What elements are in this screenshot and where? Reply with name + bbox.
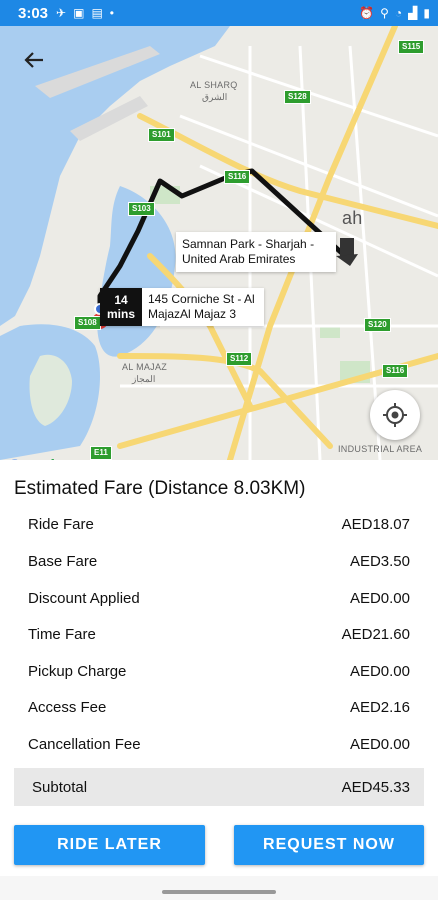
home-gesture-handle[interactable] <box>162 890 276 894</box>
map-label-al-majaz-ar: المجاز <box>132 374 156 384</box>
fare-row-value: AED0.00 <box>349 590 410 607</box>
battery-icon: ▮ <box>423 6 430 20</box>
image-icon: ▣ <box>73 6 85 20</box>
fare-row-value: AED18.07 <box>341 516 410 533</box>
ride-later-button[interactable]: RIDE LATER <box>14 825 205 865</box>
fare-row-label: Access Fee <box>28 699 107 716</box>
fare-row-value: AED0.00 <box>349 663 410 680</box>
fare-row: Pickup Charge AED0.00 <box>28 663 410 680</box>
subtotal-row: Subtotal AED45.33 <box>14 768 424 806</box>
fare-row-label: Ride Fare <box>28 516 94 533</box>
map-label-al-sharq: AL SHARQ <box>190 80 238 90</box>
eta-unit: mins <box>106 307 135 321</box>
map-label-al-majaz: AL MAJAZ <box>122 362 168 372</box>
signal-icon: ▟ <box>408 6 418 20</box>
fare-row-label: Discount Applied <box>28 590 140 607</box>
subtotal-label: Subtotal <box>32 778 88 796</box>
fare-row: Cancellation Fee AED0.00 <box>28 736 410 753</box>
fare-title: Estimated Fare (Distance 8.03KM) <box>14 478 306 499</box>
road-shield: S103 <box>128 202 155 216</box>
location-icon: ⚲ <box>380 6 389 20</box>
fare-row-value: AED21.60 <box>341 626 410 643</box>
fare-row-value: AED3.50 <box>349 553 410 570</box>
fare-row-label: Pickup Charge <box>28 663 127 680</box>
map-label-ah: ah <box>342 208 363 228</box>
alarm-icon: ⏰ <box>359 6 375 20</box>
wifi-icon: ◔ <box>394 6 403 20</box>
subtotal-value: AED45.33 <box>341 778 410 796</box>
road-shield: S120 <box>364 318 391 332</box>
fare-row: Discount Applied AED0.00 <box>28 590 410 607</box>
status-bar: 3:03 ✈ ▣ ▤ • ⏰ ⚲ ◔ ▟ ▮ <box>0 0 438 26</box>
my-location-button[interactable] <box>370 390 420 440</box>
road-shield: S112 <box>226 352 253 366</box>
fare-row: Time Fare AED21.60 <box>28 626 410 643</box>
road-shield: S108 <box>74 316 101 330</box>
destination-info-window[interactable]: Samnan Park - Sharjah - United Arab Emir… <box>176 232 336 272</box>
fare-row-label: Base Fare <box>28 553 98 570</box>
fare-row-value: AED2.16 <box>349 699 410 716</box>
road-shield: S128 <box>284 90 311 104</box>
airplane-signal-icon: ✈ <box>56 6 67 20</box>
road-shield: E11 <box>90 446 112 460</box>
map-label-industrial-area: INDUSTRIAL AREA <box>338 444 423 454</box>
gallery-icon: ▤ <box>91 6 103 20</box>
pickup-info-window[interactable]: 14 mins 145 Corniche St - Al MajazAl Maj… <box>100 288 264 326</box>
fare-row-label: Cancellation Fee <box>28 736 141 753</box>
eta-value: 14 <box>114 293 128 307</box>
request-now-button[interactable]: REQUEST NOW <box>234 825 424 865</box>
fare-row: Ride Fare AED18.07 <box>28 516 410 533</box>
status-time: 3:03 <box>18 4 49 22</box>
destination-label: Samnan Park - Sharjah - United Arab Emir… <box>182 237 315 266</box>
crosshair-icon <box>383 403 407 427</box>
map-view[interactable]: AL SHARQ الشرق AL MAJAZ المجاز INDUSTRIA… <box>0 26 438 460</box>
fare-row: Base Fare AED3.50 <box>28 553 410 570</box>
road-shield: S116 <box>382 364 409 378</box>
pickup-label: 145 Corniche St - Al MajazAl Majaz 3 <box>148 292 255 321</box>
arrow-left-icon <box>24 52 43 68</box>
road-shield: S116 <box>224 170 251 184</box>
fare-row-value: AED0.00 <box>349 736 410 753</box>
system-nav-bar <box>0 876 438 900</box>
dot-icon: • <box>109 6 114 20</box>
fare-row: Access Fee AED2.16 <box>28 699 410 716</box>
road-shield: S101 <box>148 128 175 142</box>
eta-badge: 14 mins <box>100 288 142 326</box>
road-shield: S115 <box>398 40 425 54</box>
map-label-al-sharq-ar: الشرق <box>202 92 228 102</box>
google-logo: Google <box>8 456 64 460</box>
fare-row-label: Time Fare <box>28 626 96 643</box>
back-button[interactable] <box>18 44 50 76</box>
